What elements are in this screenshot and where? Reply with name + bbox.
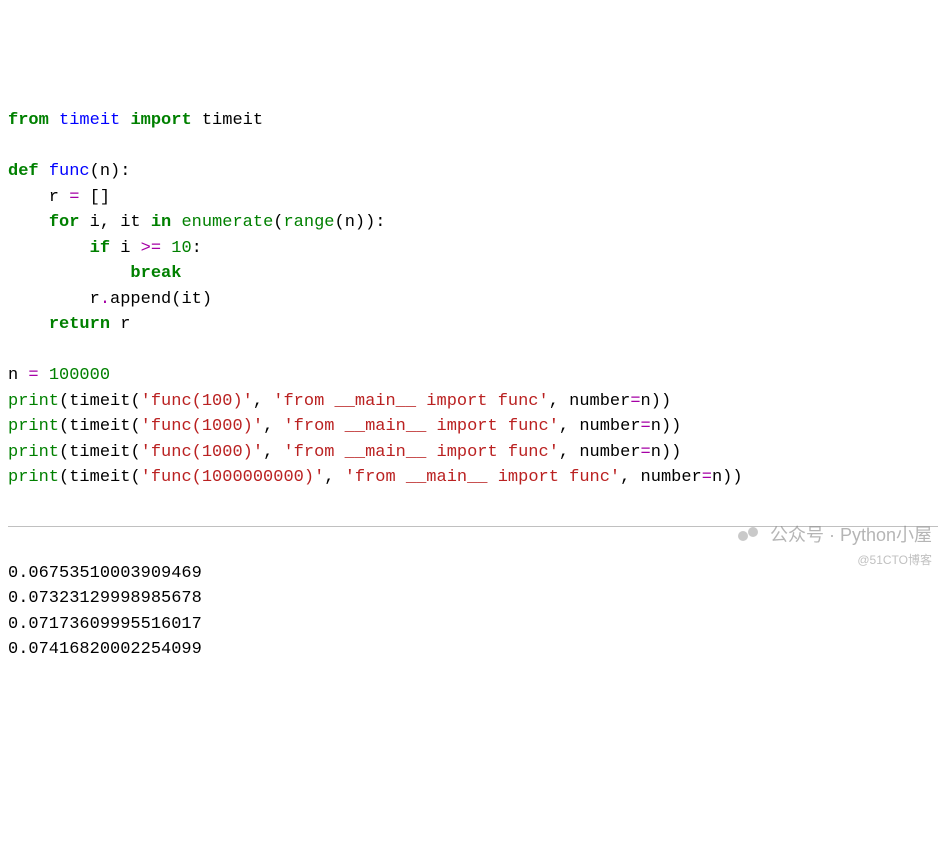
watermark: 公众号 · Python小屋 @51CTO博客 — [738, 522, 932, 569]
kw-from: from — [8, 111, 49, 130]
paren: ( — [130, 443, 140, 462]
output-line: 0.07323129998985678 — [8, 589, 202, 608]
comma: , — [324, 468, 344, 487]
op-eq: = — [28, 366, 38, 385]
kw-in: in — [151, 213, 171, 232]
kw-arg: number — [579, 443, 640, 462]
arg: n — [651, 443, 661, 462]
kw-break: break — [130, 264, 181, 283]
code-text: r — [8, 290, 100, 309]
module-name: timeit — [59, 111, 120, 130]
code-block: from timeit import timeit def func(n): r… — [8, 108, 938, 491]
arg: n — [651, 417, 661, 436]
string: 'func(1000000000)' — [141, 468, 325, 487]
indent — [8, 239, 90, 258]
kw-def: def — [8, 162, 39, 181]
code-text: (n)): — [335, 213, 386, 232]
code-text: r — [110, 315, 130, 334]
sp — [161, 239, 171, 258]
watermark-text: 公众号 · Python小屋 — [770, 522, 932, 549]
paren: ( — [59, 443, 69, 462]
builtin-print: print — [8, 392, 59, 411]
string: 'from __main__ import func' — [283, 443, 558, 462]
op-ge: >= — [141, 239, 161, 258]
paren: ( — [273, 213, 283, 232]
op-eq: = — [641, 417, 651, 436]
comma: , — [263, 417, 283, 436]
indent — [8, 213, 49, 232]
close: )) — [661, 417, 681, 436]
comma: , — [559, 417, 579, 436]
op-eq: = — [69, 188, 79, 207]
kw-arg: number — [579, 417, 640, 436]
paren: ( — [130, 417, 140, 436]
paren-close: ): — [110, 162, 130, 181]
paren: ( — [59, 468, 69, 487]
colon: : — [192, 239, 202, 258]
output-line: 0.06753510003909469 — [8, 564, 202, 583]
builtin-range: range — [283, 213, 334, 232]
paren: ( — [130, 392, 140, 411]
kw-import: import — [130, 111, 191, 130]
code-text: i — [110, 239, 141, 258]
param: n — [100, 162, 110, 181]
output-block: 0.06753510003909469 0.07323129998985678 … — [8, 561, 938, 663]
builtin-print: print — [8, 468, 59, 487]
op-eq: = — [702, 468, 712, 487]
kw-if: if — [90, 239, 110, 258]
op-eq: = — [630, 392, 640, 411]
dot: . — [100, 290, 110, 309]
call-timeit: timeit — [69, 392, 130, 411]
builtin-print: print — [8, 417, 59, 436]
comma: , — [559, 443, 579, 462]
string: 'func(100)' — [141, 392, 253, 411]
close: )) — [722, 468, 742, 487]
code-text: i, it — [79, 213, 150, 232]
number: 100000 — [49, 366, 110, 385]
output-line: 0.07416820002254099 — [8, 640, 202, 659]
indent — [8, 315, 49, 334]
paren: ( — [90, 162, 100, 181]
comma: , — [263, 443, 283, 462]
call-timeit: timeit — [69, 417, 130, 436]
code-text: [] — [79, 188, 110, 207]
paren: ( — [59, 417, 69, 436]
watermark-subtext: @51CTO博客 — [857, 551, 932, 569]
code-text: n — [8, 366, 28, 385]
number: 10 — [171, 239, 191, 258]
kw-arg: number — [641, 468, 702, 487]
string: 'from __main__ import func' — [283, 417, 558, 436]
kw-for: for — [49, 213, 80, 232]
string: 'func(1000)' — [141, 417, 263, 436]
code-text: r — [8, 188, 69, 207]
arg: n — [712, 468, 722, 487]
func-name: func — [49, 162, 90, 181]
string: 'from __main__ import func' — [345, 468, 620, 487]
arg: n — [641, 392, 651, 411]
builtin-print: print — [8, 443, 59, 462]
close: )) — [651, 392, 671, 411]
comma: , — [549, 392, 569, 411]
indent — [8, 264, 130, 283]
sp — [171, 213, 181, 232]
kw-return: return — [49, 315, 110, 334]
paren: ( — [130, 468, 140, 487]
builtin-enumerate: enumerate — [181, 213, 273, 232]
paren: ( — [59, 392, 69, 411]
op-eq: = — [641, 443, 651, 462]
call-timeit: timeit — [69, 443, 130, 462]
wechat-icon — [738, 525, 764, 547]
call-timeit: timeit — [69, 468, 130, 487]
close: )) — [661, 443, 681, 462]
comma: , — [253, 392, 273, 411]
kw-arg: number — [569, 392, 630, 411]
code-text: append(it) — [110, 290, 212, 309]
comma: , — [620, 468, 640, 487]
import-name: timeit — [202, 111, 263, 130]
string: 'func(1000)' — [141, 443, 263, 462]
string: 'from __main__ import func' — [273, 392, 548, 411]
output-line: 0.07173609995516017 — [8, 615, 202, 634]
sp — [39, 366, 49, 385]
